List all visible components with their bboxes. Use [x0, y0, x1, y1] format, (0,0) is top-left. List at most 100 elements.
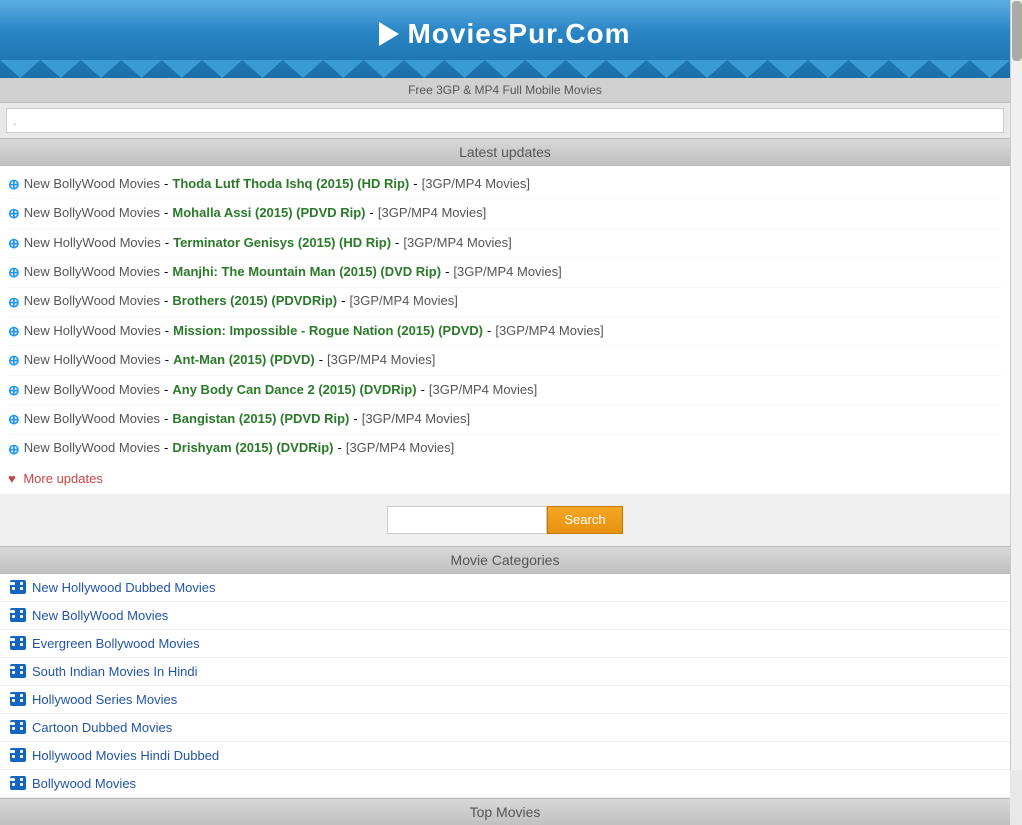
movie-link[interactable]: Mohalla Assi (2015) (PDVD Rip)	[172, 203, 365, 224]
category-link[interactable]: Hollywood Series Movies	[32, 692, 177, 707]
category-link[interactable]: New BollyWood Movies	[24, 380, 160, 401]
movie-link[interactable]: Thoda Lutf Thoda Ishq (2015) (HD Rip)	[172, 174, 409, 195]
top-movies-title: Top Movies	[470, 804, 541, 820]
update-item: ⊕ New BollyWood Movies - Brothers (2015)…	[8, 288, 1002, 317]
dash2: -	[370, 203, 374, 224]
plus-icon: ⊕	[8, 202, 20, 224]
category-link[interactable]: New Hollywood Dubbed Movies	[32, 580, 216, 595]
dash2: -	[395, 233, 399, 254]
dash2: -	[353, 409, 357, 430]
movie-categories-title: Movie Categories	[451, 552, 560, 568]
format-link[interactable]: [3GP/MP4 Movies]	[403, 233, 511, 254]
logo-text: MoviesPur.Com	[407, 18, 630, 50]
dash2: -	[445, 262, 449, 283]
dash: -	[164, 438, 168, 459]
site-header: MoviesPur.Com	[0, 0, 1010, 78]
plus-icon: ⊕	[8, 379, 20, 401]
movie-link[interactable]: Any Body Can Dance 2 (2015) (DVDRip)	[172, 380, 416, 401]
plus-icon: ⊕	[8, 349, 20, 371]
category-link[interactable]: South Indian Movies In Hindi	[32, 664, 197, 679]
category-item[interactable]: Evergreen Bollywood Movies	[0, 630, 1010, 658]
top-search-bar[interactable]: .	[6, 108, 1004, 133]
update-item: ⊕ New HollyWood Movies - Ant-Man (2015) …	[8, 346, 1002, 375]
dash: -	[164, 380, 168, 401]
dash: -	[165, 350, 169, 371]
dash2: -	[338, 438, 342, 459]
top-movies-header: Top Movies	[0, 798, 1010, 825]
dash: -	[164, 203, 168, 224]
plus-icon: ⊕	[8, 261, 20, 283]
category-link[interactable]: New BollyWood Movies	[24, 291, 160, 312]
category-item[interactable]: South Indian Movies In Hindi	[0, 658, 1010, 686]
plus-icon: ⊕	[8, 173, 20, 195]
movie-link[interactable]: Manjhi: The Mountain Man (2015) (DVD Rip…	[172, 262, 441, 283]
movie-link[interactable]: Ant-Man (2015) (PDVD)	[173, 350, 315, 371]
plus-icon: ⊕	[8, 291, 20, 313]
search-section: Search	[0, 494, 1010, 546]
update-item: ⊕ New BollyWood Movies - Any Body Can Da…	[8, 376, 1002, 405]
category-link[interactable]: New BollyWood Movies	[24, 203, 160, 224]
movie-categories-header: Movie Categories	[0, 546, 1010, 574]
plus-icon: ⊕	[8, 320, 20, 342]
format-link[interactable]: [3GP/MP4 Movies]	[453, 262, 561, 283]
play-icon	[379, 22, 399, 46]
dash: -	[164, 409, 168, 430]
dash2: -	[421, 380, 425, 401]
movie-link[interactable]: Bangistan (2015) (PDVD Rip)	[172, 409, 349, 430]
plus-icon: ⊕	[8, 438, 20, 460]
scrollbar-track[interactable]	[1010, 0, 1022, 770]
update-item: ⊕ New BollyWood Movies - Manjhi: The Mou…	[8, 258, 1002, 287]
category-link[interactable]: New BollyWood Movies	[24, 409, 160, 430]
category-link[interactable]: New HollyWood Movies	[24, 233, 161, 254]
category-link[interactable]: New BollyWood Movies	[24, 262, 160, 283]
subtitle-bar: Free 3GP & MP4 Full Mobile Movies	[0, 78, 1010, 103]
update-item: ⊕ New HollyWood Movies - Terminator Geni…	[8, 229, 1002, 258]
category-link[interactable]: Evergreen Bollywood Movies	[32, 636, 200, 651]
search-button[interactable]: Search	[547, 506, 622, 534]
category-item[interactable]: Bollywood Movies	[0, 770, 1010, 798]
film-icon	[10, 664, 26, 678]
film-icon	[10, 748, 26, 762]
category-link[interactable]: Hollywood Movies Hindi Dubbed	[32, 748, 219, 763]
movie-link[interactable]: Mission: Impossible - Rogue Nation (2015…	[173, 321, 483, 342]
format-link[interactable]: [3GP/MP4 Movies]	[378, 203, 486, 224]
zigzag-decoration-top	[0, 60, 1010, 78]
dash: -	[165, 233, 169, 254]
category-link[interactable]: Bollywood Movies	[32, 776, 136, 791]
category-item[interactable]: New BollyWood Movies	[0, 602, 1010, 630]
film-icon	[10, 692, 26, 706]
dash: -	[164, 262, 168, 283]
dash: -	[164, 174, 168, 195]
categories-list: New Hollywood Dubbed Movies New BollyWoo…	[0, 574, 1010, 798]
category-link[interactable]: New BollyWood Movies	[32, 608, 168, 623]
category-link[interactable]: New BollyWood Movies	[24, 438, 160, 459]
plus-icon: ⊕	[8, 232, 20, 254]
category-item[interactable]: Hollywood Movies Hindi Dubbed	[0, 742, 1010, 770]
format-link[interactable]: [3GP/MP4 Movies]	[422, 174, 530, 195]
format-link[interactable]: [3GP/MP4 Movies]	[362, 409, 470, 430]
format-link[interactable]: [3GP/MP4 Movies]	[495, 321, 603, 342]
format-link[interactable]: [3GP/MP4 Movies]	[327, 350, 435, 371]
category-link[interactable]: New HollyWood Movies	[24, 350, 161, 371]
dash2: -	[413, 174, 417, 195]
category-item[interactable]: Hollywood Series Movies	[0, 686, 1010, 714]
movie-link[interactable]: Drishyam (2015) (DVDRip)	[172, 438, 333, 459]
film-icon	[10, 636, 26, 650]
movie-link[interactable]: Brothers (2015) (PDVDRip)	[172, 291, 337, 312]
format-link[interactable]: [3GP/MP4 Movies]	[349, 291, 457, 312]
category-link[interactable]: New HollyWood Movies	[24, 321, 161, 342]
more-updates-link[interactable]: More updates	[23, 471, 103, 486]
category-item[interactable]: Cartoon Dubbed Movies	[0, 714, 1010, 742]
scrollbar-thumb[interactable]	[1012, 1, 1022, 61]
format-link[interactable]: [3GP/MP4 Movies]	[429, 380, 537, 401]
category-link[interactable]: Cartoon Dubbed Movies	[32, 720, 172, 735]
site-logo: MoviesPur.Com	[0, 10, 1010, 60]
category-item[interactable]: New Hollywood Dubbed Movies	[0, 574, 1010, 602]
more-updates-section: ♥ More updates	[0, 467, 1010, 494]
update-item: ⊕ New BollyWood Movies - Bangistan (2015…	[8, 405, 1002, 434]
category-link[interactable]: New BollyWood Movies	[24, 174, 160, 195]
updates-list: ⊕ New BollyWood Movies - Thoda Lutf Thod…	[0, 166, 1010, 467]
format-link[interactable]: [3GP/MP4 Movies]	[346, 438, 454, 459]
movie-link[interactable]: Terminator Genisys (2015) (HD Rip)	[173, 233, 391, 254]
search-input[interactable]	[387, 506, 547, 534]
